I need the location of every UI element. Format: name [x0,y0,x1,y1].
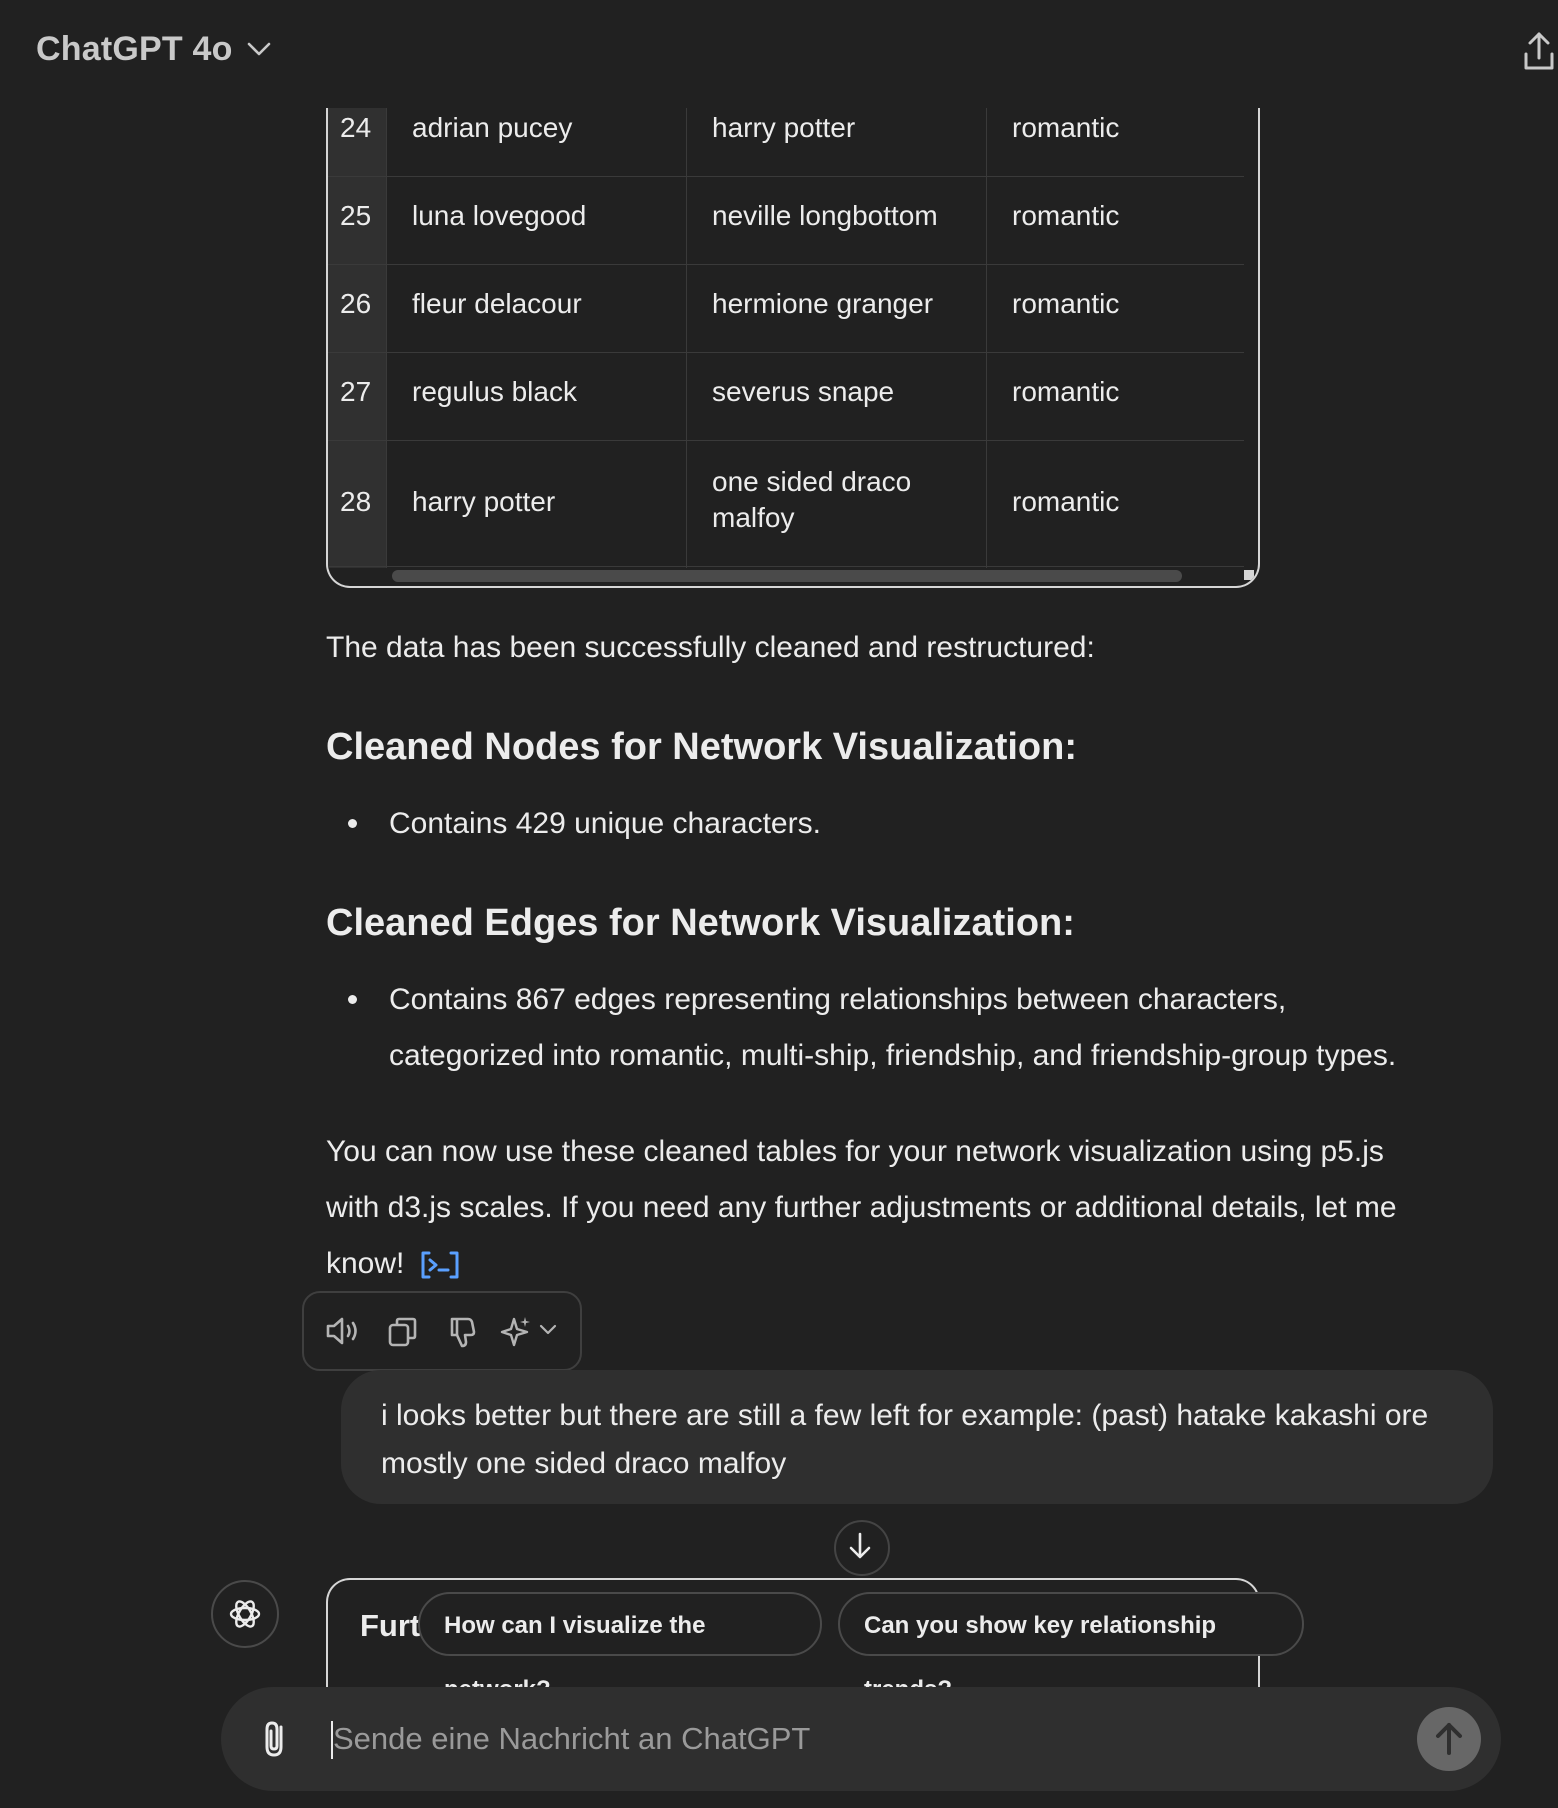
message-input[interactable] [331,1713,1335,1765]
table-cell: neville longbottom [712,200,938,231]
table-row: 28 harry potter one sided draco malfoy r… [328,440,1244,567]
message-composer [221,1687,1501,1791]
table-cell: romantic [1012,486,1120,517]
arrow-up-icon [1436,1723,1462,1755]
user-message-bubble: i looks better but there are still a few… [341,1370,1493,1504]
message-outro-line1: You can now use these cleaned tables for… [326,1135,1384,1168]
next-table-title: Furt [360,1608,421,1643]
message-outro-line2: with d3.js scales. If you need any furth… [326,1191,1397,1224]
header: ChatGPT 4o [0,0,1558,108]
table-cell: adrian pucey [412,112,573,143]
suggestion-chip-trends[interactable]: Can you show key relationship trends? [838,1592,1304,1703]
message-intro: The data has been successfully cleaned a… [326,631,1095,664]
copy-icon[interactable] [386,1315,420,1349]
read-aloud-icon[interactable] [324,1315,362,1347]
scroll-to-bottom-button[interactable] [834,1520,890,1576]
bullet-dot [348,819,357,828]
table-cell: romantic [1012,200,1120,231]
table-cell: harry potter [712,112,856,143]
row-number: 25 [340,200,372,231]
section-heading-edges: Cleaned Edges for Network Visualization: [326,902,1075,944]
table-cell: luna lovegood [412,200,587,231]
table-cell: romantic [1012,288,1120,319]
table-cell: hermione granger [712,288,934,319]
table-cell: fleur delacour [412,288,582,319]
table-row: 27 regulus black severus snape romantic [328,352,1244,441]
message-actions [302,1291,582,1371]
section-heading-nodes: Cleaned Nodes for Network Visualization: [326,726,1078,768]
table-cell: harry potter [412,486,556,517]
bullet-nodes: Contains 429 unique characters. [389,807,821,840]
suggestion-chip-visualize[interactable]: How can I visualize the network? [418,1592,822,1703]
table-row: 26 fleur delacour hermione granger roman… [328,264,1244,353]
data-table[interactable]: 24 adrian pucey harry potter romantic 25… [326,90,1260,588]
chatgpt-avatar [211,1580,279,1648]
table-cell: romantic [1012,112,1120,143]
outro-text: know! [326,1247,405,1280]
chevron-down-icon[interactable] [538,1323,558,1337]
openai-logo-icon [229,1600,261,1628]
arrow-down-icon [849,1532,871,1559]
paperclip-icon[interactable] [255,1717,295,1761]
table-cell: romantic [1012,376,1120,407]
share-icon[interactable] [1522,30,1556,74]
table-cell: regulus black [412,376,577,407]
table-corner [1244,570,1254,580]
message-outro-line3: know! [326,1236,461,1292]
send-button[interactable] [1417,1707,1481,1771]
sparkle-regenerate-icon[interactable] [500,1315,532,1349]
table-row: 25 luna lovegood neville longbottom roma… [328,176,1244,265]
row-number: 27 [340,376,372,407]
user-message-text: i looks better but there are still a few… [381,1399,1429,1480]
table-cell: one sided draco malfoy [712,466,912,533]
horizontal-scrollbar[interactable] [392,570,1182,582]
bullet-edges-line1: Contains 867 edges representing relation… [389,983,1287,1016]
row-number: 26 [340,288,372,319]
code-interpreter-icon[interactable] [419,1249,461,1281]
model-selector-title[interactable]: ChatGPT 4o [36,30,233,69]
table-cell: severus snape [712,376,895,407]
bullet-edges-line2: categorized into romantic, multi-ship, f… [389,1039,1397,1072]
row-number: 28 [340,486,372,517]
chevron-down-icon[interactable] [246,40,272,58]
bullet-dot [348,995,357,1004]
row-number: 24 [340,112,372,143]
thumbs-down-icon[interactable] [446,1315,480,1349]
